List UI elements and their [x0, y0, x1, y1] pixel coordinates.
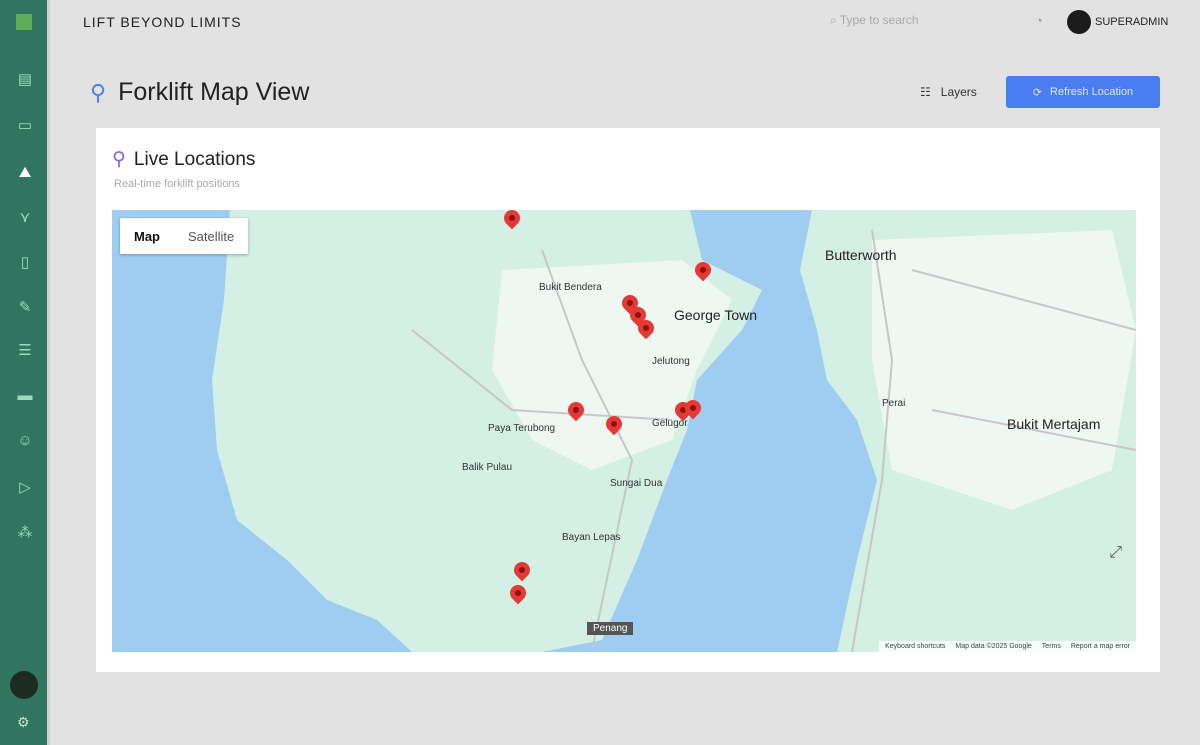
- billing-icon[interactable]: ▬: [0, 380, 50, 410]
- settings-grid-icon[interactable]: ⁂: [0, 517, 50, 547]
- search-input[interactable]: ⌕ Type to search: [830, 13, 919, 28]
- logo: [16, 14, 32, 30]
- refresh-icon: ⟳: [1032, 86, 1043, 99]
- keyboard-shortcuts-link[interactable]: Keyboard shortcuts: [885, 643, 945, 650]
- user-avatar[interactable]: [1067, 10, 1091, 34]
- live-locations-card: ⚲ Live Locations Real-time forklift posit…: [96, 128, 1160, 672]
- map-data-attribution: Map data ©2025 Google: [955, 643, 1032, 650]
- map-label: Balik Pulau: [462, 462, 513, 473]
- inventory-icon[interactable]: ▭: [0, 110, 50, 140]
- map-type-satellite[interactable]: Satellite: [174, 229, 248, 244]
- layers-label: Layers: [940, 85, 977, 99]
- page-title: ⚲ Forklift Map View: [90, 78, 309, 107]
- brand: LIFT BEYOND LIMITS: [83, 14, 242, 30]
- map-label: Butterworth: [825, 247, 897, 263]
- map-type-map[interactable]: Map: [120, 229, 174, 244]
- refresh-location-button[interactable]: ⟳ Refresh Location: [1006, 76, 1160, 108]
- tracking-icon[interactable]: ⋎: [0, 202, 50, 232]
- table-icon[interactable]: ☰: [0, 335, 50, 365]
- search-placeholder: Type to search: [839, 13, 919, 27]
- forklift-map-icon: ⚲: [90, 79, 107, 105]
- map-label: Sungai Dua: [610, 478, 663, 489]
- urban-area-mainland: [872, 230, 1136, 510]
- fullscreen-icon[interactable]: ⤢: [1109, 544, 1122, 562]
- map-label: Bukit Bendera: [539, 282, 602, 293]
- topbar: LIFT BEYOND LIMITS ⌕ Type to search ◔ SU…: [50, 0, 1200, 45]
- map[interactable]: Map Satellite Butterworth George Town Bu…: [112, 210, 1136, 652]
- map-label: Bayan Lepas: [562, 532, 621, 543]
- bell-icon[interactable]: ◔: [1035, 13, 1043, 28]
- map-label: Bukit Mertajam: [1007, 416, 1101, 432]
- map-label: Penang: [587, 622, 634, 635]
- layers-button[interactable]: ☷ Layers: [920, 85, 977, 99]
- gear-icon[interactable]: ⚙: [17, 714, 30, 731]
- map-label: Jelutong: [652, 356, 690, 367]
- map-icon[interactable]: ⛰: [0, 157, 50, 187]
- user-name[interactable]: SUPERADMIN: [1095, 16, 1168, 28]
- users-icon[interactable]: ☺: [0, 425, 50, 455]
- terms-link[interactable]: Terms: [1042, 643, 1061, 650]
- location-icon: ⚲: [112, 149, 126, 170]
- tools-icon[interactable]: ✎: [0, 292, 50, 322]
- map-type-control: Map Satellite: [120, 218, 249, 254]
- map-label: Perai: [882, 398, 906, 409]
- sidebar: ▤ ▭ ⛰ ⋎ ▯ ✎ ☰ ▬ ☺ ▷ ⁂ ⚙: [0, 0, 50, 745]
- document-icon[interactable]: ▯: [0, 247, 50, 277]
- avatar[interactable]: [10, 671, 38, 699]
- reports-icon[interactable]: ▷: [0, 472, 50, 502]
- card-title: ⚲ Live Locations: [112, 148, 255, 171]
- layers-icon: ☷: [920, 85, 931, 99]
- map-footer: Keyboard shortcuts Map data ©2025 Google…: [879, 641, 1136, 652]
- card-subtitle: Real-time forklift positions: [114, 178, 240, 190]
- page-title-text: Forklift Map View: [118, 78, 310, 106]
- refresh-label: Refresh Location: [1050, 86, 1134, 98]
- dashboard-icon[interactable]: ▤: [0, 64, 50, 94]
- report-error-link[interactable]: Report a map error: [1071, 643, 1130, 650]
- map-terrain: [212, 210, 1136, 652]
- map-label: Paya Terubong: [488, 423, 556, 434]
- map-label: George Town: [674, 307, 758, 323]
- card-title-text: Live Locations: [133, 148, 256, 170]
